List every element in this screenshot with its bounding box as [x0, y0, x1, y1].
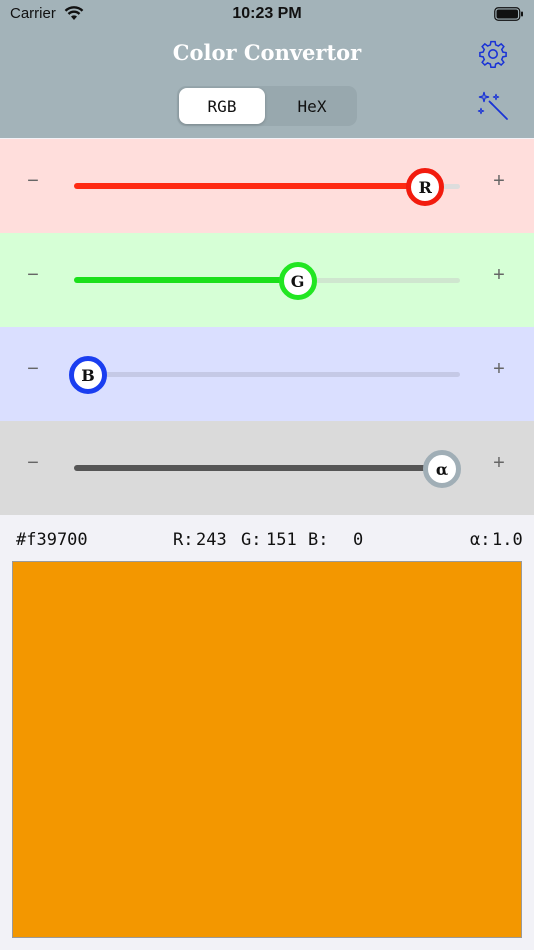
slider-fill [74, 183, 426, 189]
decrement-button[interactable]: − [18, 264, 48, 287]
decrement-button[interactable]: − [18, 170, 48, 193]
gear-icon[interactable] [478, 39, 508, 69]
slider-track[interactable] [74, 372, 460, 377]
decrement-button[interactable]: − [18, 358, 48, 381]
hex-value: #f39700 [16, 530, 88, 550]
increment-button[interactable]: + [484, 264, 514, 287]
slider-fill [74, 277, 298, 283]
slider-fill [74, 465, 442, 471]
page-title: Color Convertor [172, 40, 362, 65]
increment-button[interactable]: + [484, 170, 514, 193]
header: Carrier 10:23 PM Color Convertor RGB HeX [0, 0, 534, 138]
battery-icon [494, 7, 523, 21]
increment-button[interactable]: + [484, 452, 514, 475]
green-value: 151 [266, 530, 297, 550]
slider-row-red: − R + [0, 139, 534, 233]
segment-rgb[interactable]: RGB [179, 88, 265, 124]
slider-thumb[interactable]: G [278, 262, 317, 300]
color-info-bar: #f39700 R: 243 G: 151 B: 0 α: 1.0 [0, 530, 534, 556]
alpha-label: α: [470, 530, 491, 550]
decrement-button[interactable]: − [18, 452, 48, 475]
blue-value: 0 [353, 530, 364, 550]
slider-row-green: − G + [0, 233, 534, 327]
green-label: G: [241, 530, 262, 550]
color-preview [12, 561, 522, 938]
segment-hex[interactable]: HeX [269, 88, 355, 124]
increment-button[interactable]: + [484, 358, 514, 381]
red-label: R: [173, 530, 194, 550]
status-bar: Carrier 10:23 PM [0, 0, 534, 30]
slider-thumb[interactable]: B [69, 356, 107, 394]
alpha-value: 1.0 [492, 530, 523, 550]
magic-wand-icon[interactable] [476, 90, 510, 124]
red-value: 243 [196, 530, 227, 550]
blue-label: B: [308, 530, 329, 550]
mode-segmented-control: RGB HeX [177, 86, 357, 126]
status-time: 10:23 PM [232, 5, 302, 22]
slider-thumb[interactable]: R [406, 168, 445, 206]
slider-thumb[interactable]: α [423, 450, 461, 488]
slider-row-blue: − B + [0, 327, 534, 421]
slider-row-alpha: − α + [0, 421, 534, 515]
